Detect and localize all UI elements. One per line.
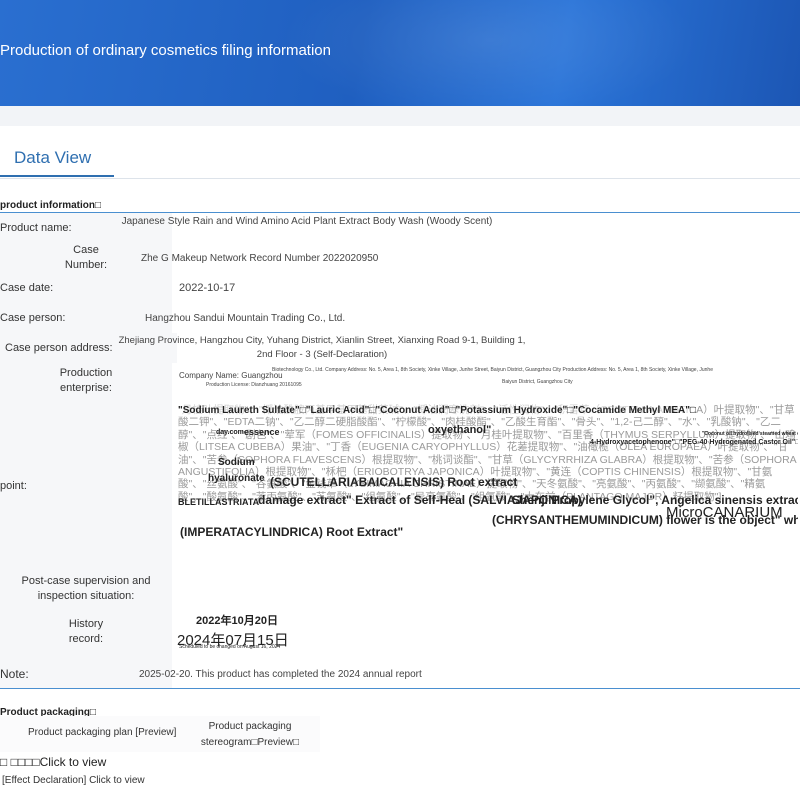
case-date-cell: 2022-10-17 bbox=[172, 273, 800, 303]
page-title: Production of ordinary cosmetics filing … bbox=[0, 42, 331, 59]
effect-declaration-link[interactable]: [Effect Declaration] Click to view bbox=[2, 775, 145, 786]
ingredient-overlay-9: (SCUTELLARIABAICALENSIS) Root extract bbox=[270, 475, 518, 489]
enterprise-company: Company Name: Guangzhou bbox=[179, 371, 283, 380]
history-label: History record: bbox=[0, 604, 172, 660]
point-label: point: bbox=[0, 398, 172, 574]
note-value: 2025-02-20. This product has completed t… bbox=[139, 668, 422, 680]
case-address-cell: Zhejiang Province, Hangzhou City, Yuhang… bbox=[119, 333, 800, 363]
case-person-cell: Hangzhou Sandui Mountain Trading Co., Lt… bbox=[145, 303, 800, 333]
case-number-value: Zhe G Makeup Network Record Number 20220… bbox=[141, 252, 379, 264]
history-label-text: History record: bbox=[68, 618, 104, 645]
tab-data-view[interactable]: Data View bbox=[14, 148, 91, 168]
header-banner: Production of ordinary cosmetics filing … bbox=[0, 0, 800, 106]
packaging-stereogram-link[interactable]: Product packaging stereogram□Preview□ bbox=[200, 719, 300, 751]
ingredient-overlay-14: (CHRYSANTHEMUMINDICUM) flower is the obj… bbox=[492, 513, 798, 527]
case-date-label: Case date: bbox=[0, 273, 172, 303]
ingredient-overlay-15: (IMPERATACYLINDRICA) Root Extract" bbox=[180, 525, 404, 539]
enterprise-label-text: Production enterprise: bbox=[59, 366, 113, 394]
case-date-value: 2022-10-17 bbox=[179, 282, 236, 294]
ingredients-panel: "月桂叶提取物"、"椰油酰胺丙基甲基甲基甜菜碱"、"椰油润寒洗剂"、"活性润物"… bbox=[178, 404, 798, 568]
ingredient-overlay-8: hyaluronate bbox=[208, 473, 265, 484]
enterprise-license: Production License: Dianzhuang 20161095 bbox=[206, 382, 302, 388]
case-address-value: Zhejiang Province, Hangzhou City, Yuhang… bbox=[118, 335, 526, 360]
ingredient-overlay-7: Sodium bbox=[218, 457, 255, 468]
section-divider-bottom bbox=[0, 688, 800, 689]
ingredient-overlay-1: "Sodium Laureth Sulfate"□"Lauric Acid"□"… bbox=[178, 404, 697, 417]
product-name-value: Japanese Style Rain and Wind Amino Acid … bbox=[121, 216, 493, 227]
history-note: Scheduled to be changed on August 16, 20… bbox=[179, 644, 281, 650]
supervision-label-text: Post-case supervision and inspection sit… bbox=[21, 575, 151, 602]
ingredient-overlay-3: essence bbox=[244, 427, 280, 437]
case-number-cell: Zhe G Makeup Network Record Number 20220… bbox=[141, 243, 800, 273]
banner-gap bbox=[0, 106, 800, 126]
case-person-value: Hangzhou Sandui Mountain Trading Co., Lt… bbox=[145, 312, 346, 324]
tab-divider bbox=[0, 178, 800, 179]
click-to-view-link[interactable]: □ □□□□Click to view bbox=[0, 755, 106, 769]
row-history: History record: 2022年10月20日 2024年07月15日 … bbox=[0, 604, 800, 661]
row-production-enterprise: Production enterprise: Company Name: Gua… bbox=[0, 363, 800, 399]
row-supervision: Post-case supervision and inspection sit… bbox=[0, 574, 800, 605]
case-number-label-text: Case Number: bbox=[64, 244, 108, 271]
packaging-plan-link[interactable]: Product packaging plan [Preview] bbox=[28, 727, 176, 738]
ingredient-overlay-2: day.com bbox=[216, 429, 244, 436]
history-entry-1[interactable]: 2022年10月20日 bbox=[196, 612, 278, 628]
row-case-number: Case Number: Zhe G Makeup Network Record… bbox=[0, 243, 800, 274]
row-case-person: Case person: Hangzhou Sandui Mountain Tr… bbox=[0, 303, 800, 334]
note-cell: 2025-02-20. This product has completed t… bbox=[139, 660, 800, 688]
tab-active-underline bbox=[0, 175, 114, 177]
product-name-cell: Japanese Style Rain and Wind Amino Acid … bbox=[122, 213, 800, 243]
supervision-label: Post-case supervision and inspection sit… bbox=[0, 574, 172, 604]
enterprise-detail: Biotechnology Co., Ltd. Company Address:… bbox=[272, 367, 713, 373]
row-case-date: Case date: 2022-10-17 bbox=[0, 273, 800, 304]
section-product-information: product information□ bbox=[0, 200, 102, 211]
ingredient-overlay-10: BLETILLASTRIATA bbox=[178, 497, 260, 507]
ingredient-overlay-6: 4-Hydroxyacetophenone"□"PEG-40 Hydrogena… bbox=[590, 439, 798, 446]
enterprise-cell: Company Name: Guangzhou Biotechnology Co… bbox=[172, 363, 800, 398]
row-note: Note: 2025-02-20. This product has compl… bbox=[0, 660, 800, 688]
history-cell: 2022年10月20日 2024年07月15日 Scheduled to be … bbox=[172, 604, 800, 660]
enterprise-tail: Baiyun District, Guangzhou City bbox=[502, 379, 573, 385]
ingredient-overlay-4: oxyethanol" bbox=[428, 424, 492, 436]
row-case-address: Case person address: Zhejiang Province, … bbox=[0, 333, 800, 364]
row-product-name: Product name: Japanese Style Rain and Wi… bbox=[0, 213, 800, 244]
enterprise-label: Production enterprise: bbox=[0, 363, 172, 398]
